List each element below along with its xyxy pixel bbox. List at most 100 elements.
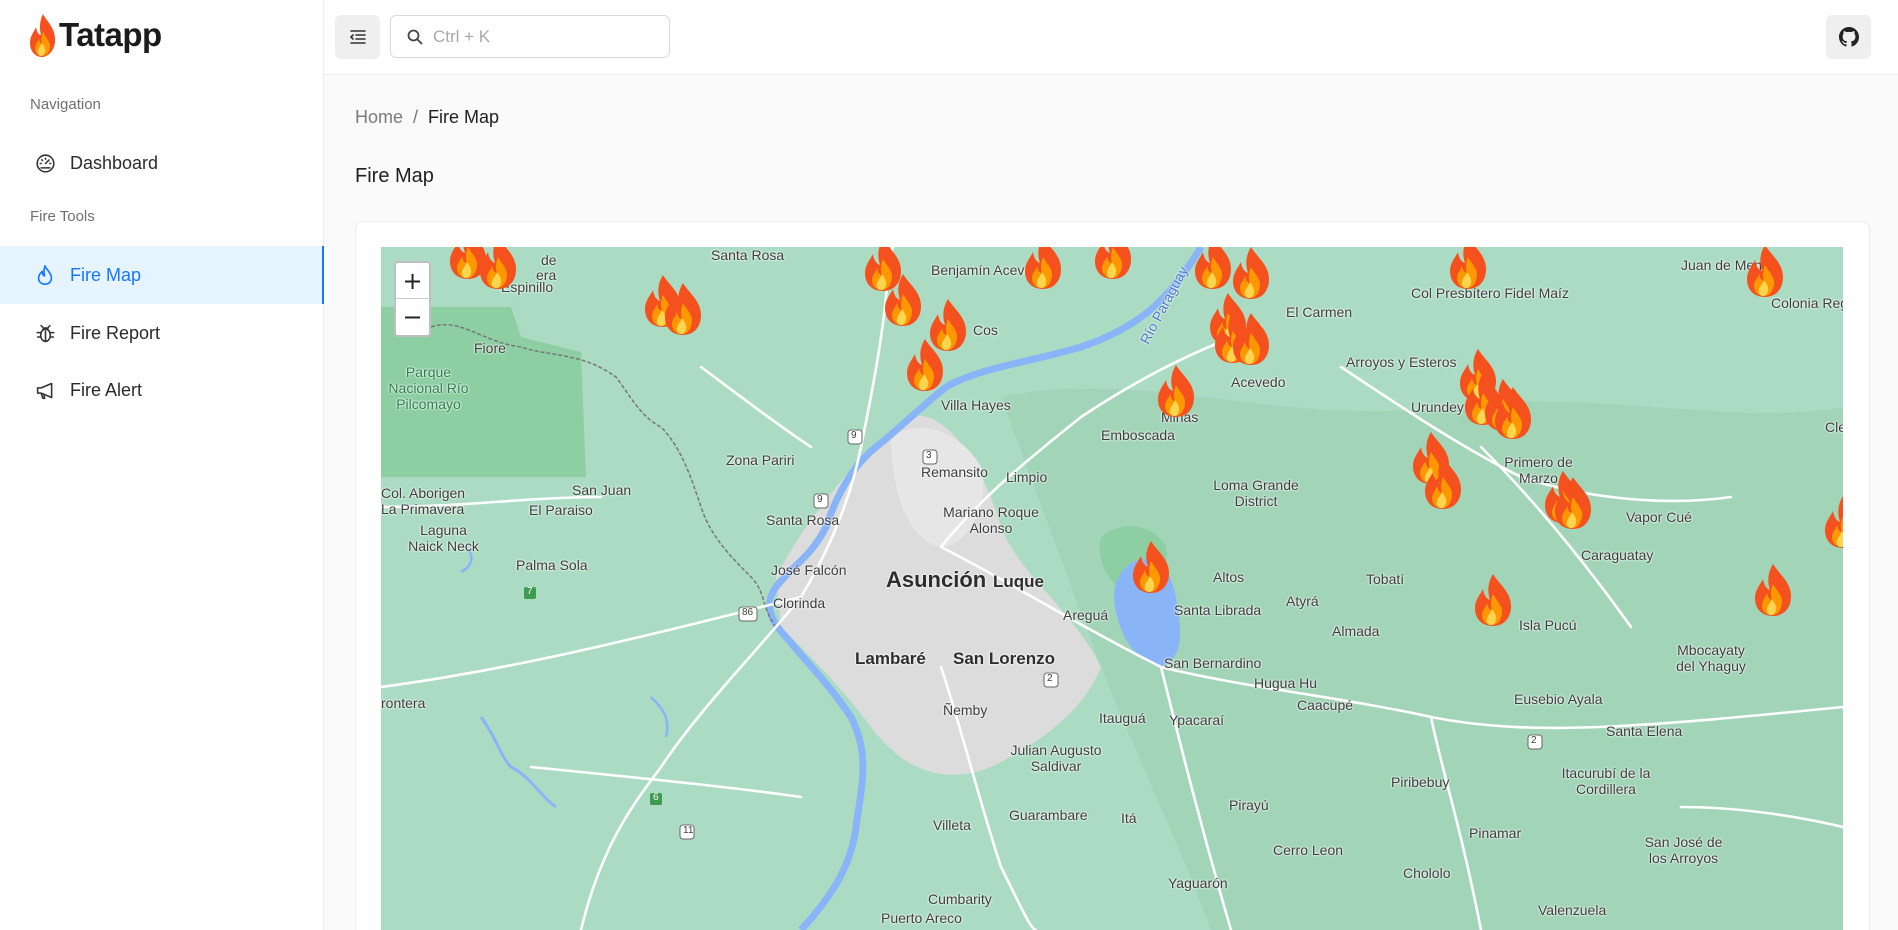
place-label: Julian Augusto Saldivar — [1010, 742, 1102, 775]
fire-map[interactable]: + − 9 3 9 86 7 2 2 6 11 Santa Rosa Benja… — [381, 247, 1843, 930]
search-input[interactable] — [433, 26, 653, 47]
fire-marker-icon[interactable] — [1129, 539, 1173, 595]
fire-marker-icon[interactable] — [1229, 311, 1273, 367]
place-label: Emboscada — [1101, 427, 1175, 443]
fire-marker-icon[interactable] — [1821, 494, 1843, 550]
place-label: Mbocayaty del Yhaguy — [1676, 642, 1746, 675]
place-label: de — [541, 252, 557, 268]
top-header — [324, 0, 1898, 75]
place-label: Villeta — [933, 817, 971, 833]
route-shield: 7 — [527, 586, 533, 597]
place-label: Almada — [1332, 623, 1380, 639]
place-label: Pirayú — [1229, 797, 1269, 813]
route-shield: 9 — [851, 430, 857, 441]
fire-marker-icon[interactable] — [1091, 247, 1135, 281]
fire-marker-icon[interactable] — [1446, 247, 1490, 291]
github-icon — [1838, 27, 1859, 47]
place-label: San Bernardino — [1164, 655, 1262, 671]
breadcrumb: Home / Fire Map — [355, 107, 499, 128]
fire-marker-icon[interactable] — [1154, 363, 1198, 419]
place-label: Fiore — [474, 340, 506, 356]
place-label: Ypacaraí — [1169, 712, 1224, 728]
app-logo[interactable]: Tatapp — [28, 10, 162, 60]
fire-marker-icon[interactable] — [903, 337, 947, 393]
sidebar-item-fire-map[interactable]: Fire Map — [0, 246, 324, 304]
fire-marker-icon[interactable] — [1743, 247, 1787, 299]
fire-marker-icon[interactable] — [476, 247, 520, 291]
place-label: Cle — [1825, 419, 1843, 435]
place-label: Vapor Cué — [1626, 509, 1692, 525]
place-label: Atyrá — [1286, 593, 1319, 609]
place-label: Col. Aborigen La Primavera — [381, 485, 466, 518]
fire-marker-icon[interactable] — [1421, 455, 1465, 511]
place-label: Yaguarón — [1168, 875, 1228, 891]
place-label: Santa Rosa — [766, 512, 840, 528]
sidebar-item-fire-report[interactable]: Fire Report — [0, 304, 324, 362]
sidebar-item-label: Fire Map — [70, 264, 142, 285]
place-label-asuncion: Asunción — [886, 567, 987, 592]
route-shield: 6 — [653, 792, 659, 803]
fire-marker-icon[interactable] — [661, 281, 705, 337]
place-label: Santa Librada — [1174, 602, 1262, 618]
place-label: Puerto Areco — [881, 910, 962, 926]
github-button[interactable] — [1826, 15, 1871, 59]
place-label: Arroyos y Esteros — [1346, 354, 1457, 370]
bug-icon — [34, 322, 56, 344]
place-label: Tobatí — [1366, 571, 1405, 587]
place-label: Benjamín Aceval — [931, 262, 1036, 278]
place-label: Cumbarity — [928, 891, 992, 907]
place-label: Ñemby — [943, 702, 988, 718]
place-label: Caraguatay — [1581, 547, 1654, 563]
fire-marker-icon[interactable] — [1491, 385, 1535, 441]
place-label: Lambaré — [855, 649, 926, 668]
place-label: Santa Elena — [1606, 723, 1683, 739]
place-label: Loma Grande District — [1213, 477, 1299, 510]
place-label: José Falcón — [771, 562, 847, 578]
route-shield: 2 — [1531, 735, 1537, 746]
section-title-fire-tools: Fire Tools — [30, 208, 95, 225]
fire-marker-icon[interactable] — [1471, 572, 1515, 628]
sidebar-item-dashboard[interactable]: Dashboard — [0, 134, 324, 192]
place-label: Altos — [1213, 569, 1245, 585]
place-label: Clorinda — [773, 595, 826, 611]
page-title: Fire Map — [355, 165, 434, 187]
menu-fold-icon — [349, 30, 366, 44]
place-label: Palma Sola — [516, 557, 588, 573]
place-label: Mariano Roque Alonso — [943, 504, 1039, 537]
place-label: era — [536, 267, 557, 283]
place-label: Zona Pariri — [726, 452, 795, 468]
sidebar-item-label: Fire Report — [70, 322, 161, 343]
route-shield: 9 — [817, 494, 823, 505]
dashboard-icon — [34, 152, 56, 174]
fire-marker-icon[interactable] — [1751, 562, 1795, 618]
menu-fold-button[interactable] — [335, 15, 380, 59]
fire-marker-icon[interactable] — [881, 272, 925, 328]
search-icon — [407, 29, 423, 44]
place-label: Itauguá — [1099, 710, 1146, 726]
app-name: Tatapp — [59, 16, 162, 53]
place-label: Acevedo — [1231, 374, 1286, 390]
place-label: Caacupé — [1297, 697, 1354, 713]
sidebar-item-label: Fire Alert — [70, 379, 143, 400]
search-box[interactable] — [390, 15, 670, 58]
place-label: El Carmen — [1286, 304, 1353, 320]
fire-logo-icon — [30, 14, 56, 57]
place-label: San Juan — [572, 482, 632, 498]
place-label: San José de los Arroyos — [1644, 834, 1723, 867]
breadcrumb-home[interactable]: Home — [355, 107, 403, 128]
place-label: El Paraiso — [529, 502, 593, 518]
place-label: Isla Pucú — [1519, 617, 1577, 633]
zoom-in-button[interactable]: + — [396, 263, 429, 299]
zoom-out-button[interactable]: − — [396, 299, 429, 335]
place-label: Villa Hayes — [941, 397, 1011, 413]
place-label: Valenzuela — [1538, 902, 1607, 918]
sidebar-item-fire-alert[interactable]: Fire Alert — [0, 361, 324, 419]
fire-marker-icon[interactable] — [1021, 247, 1065, 291]
place-label: Itacurubí de la Cordillera — [1561, 765, 1651, 798]
fire-marker-icon[interactable] — [1551, 475, 1595, 531]
route-shield: 2 — [1047, 673, 1053, 684]
place-label: Eusebio Ayala — [1514, 691, 1603, 707]
section-title-navigation: Navigation — [30, 96, 101, 113]
sidebar: Tatapp Navigation Dashboard Fire Tools F… — [0, 0, 324, 930]
breadcrumb-current: Fire Map — [428, 107, 500, 127]
